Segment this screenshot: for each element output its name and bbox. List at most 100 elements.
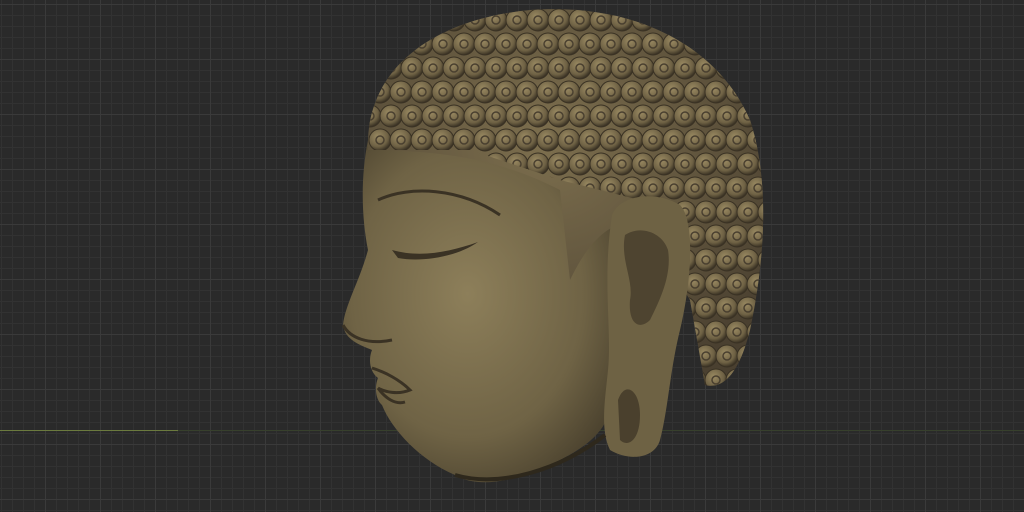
hair-curl — [526, 9, 550, 32]
hair-curl — [694, 200, 718, 224]
hair-curl — [662, 80, 686, 104]
hair-curl-spiral — [659, 15, 669, 25]
hair-curl — [746, 224, 764, 248]
hair-curl — [673, 344, 697, 368]
hair-curl — [694, 296, 718, 320]
hair-curl — [368, 56, 382, 80]
hair-curl — [662, 128, 686, 152]
hair-curl — [431, 128, 455, 152]
hair-curl — [631, 152, 655, 176]
hair-curl — [589, 9, 613, 32]
hair-curl-spiral — [396, 39, 406, 49]
hair-curl — [484, 104, 508, 128]
hair-curl — [515, 80, 539, 104]
hair-curl — [768, 321, 790, 343]
hair-curl — [599, 80, 623, 104]
hair-curl — [494, 32, 518, 56]
hair-curl-spiral — [775, 40, 783, 48]
hair-curl — [673, 9, 697, 32]
hair-curl — [589, 56, 613, 80]
hair-curl — [536, 80, 560, 104]
3d-viewport-grid[interactable] — [0, 0, 1024, 512]
hair-curl — [746, 320, 764, 344]
hair-curl — [389, 32, 413, 56]
hair-curl — [757, 56, 764, 80]
hair-curl — [568, 9, 592, 32]
hair-curl — [442, 56, 466, 80]
hair-curl — [673, 104, 697, 128]
hair-curl-spiral — [386, 63, 396, 73]
hair-curl — [536, 32, 560, 56]
hair-curl — [683, 320, 707, 344]
hair-curl-spiral — [765, 160, 773, 168]
hair-curl — [452, 80, 476, 104]
hair-curl-spiral — [368, 63, 375, 73]
hair-curl — [368, 128, 392, 152]
hair-curl — [473, 80, 497, 104]
hair-curl — [683, 32, 707, 56]
hair-curl — [515, 32, 539, 56]
hair-curl — [757, 248, 764, 272]
hair-curl — [557, 80, 581, 104]
hair-curl-spiral — [743, 63, 753, 73]
hair-curl — [610, 104, 634, 128]
hair-curl — [736, 152, 760, 176]
hair-curl — [515, 128, 539, 152]
hair-curl — [368, 9, 382, 32]
hair-curl — [410, 80, 434, 104]
hair-curl — [389, 128, 413, 152]
hair-curl-spiral — [753, 375, 763, 385]
hair-curl — [368, 80, 392, 104]
hair-curl — [736, 248, 760, 272]
hair-curl-spiral — [743, 15, 753, 25]
hair-curl — [768, 129, 790, 151]
hair-curl-spiral — [407, 15, 417, 25]
hair-curl — [768, 33, 790, 55]
hair-curl-spiral — [680, 15, 690, 25]
hair-curl-spiral — [775, 376, 783, 384]
hair-curl-spiral — [775, 88, 783, 96]
hair-curl — [673, 152, 697, 176]
hair-curl — [746, 368, 764, 386]
hair-curl — [725, 176, 749, 200]
hair-curl — [725, 224, 749, 248]
hair-curl — [505, 9, 529, 32]
hair-curl — [768, 81, 790, 103]
hair-curl — [452, 128, 476, 152]
hair-curl — [400, 56, 424, 80]
hair-curl — [610, 56, 634, 80]
hair-curl — [547, 104, 571, 128]
hair-curl-spiral — [690, 375, 700, 385]
hair-curl — [757, 200, 764, 224]
hair-curl — [547, 152, 571, 176]
hair-curl — [368, 32, 392, 56]
hair-curl — [379, 9, 403, 32]
hair-curl — [568, 104, 592, 128]
hair-curl-spiral — [765, 64, 773, 72]
hair-curl — [725, 80, 749, 104]
hair-curl-spiral — [386, 15, 396, 25]
hair-curl-spiral — [449, 15, 459, 25]
hair-curl — [715, 104, 739, 128]
hair-curl — [736, 200, 760, 224]
buddha-head-model[interactable] — [0, 0, 1024, 512]
hair-curl — [568, 56, 592, 80]
hair-curl — [526, 56, 550, 80]
hair-curl — [505, 104, 529, 128]
hair-curl — [768, 273, 790, 295]
hair-curl — [715, 9, 739, 32]
hair-curl-spiral — [701, 15, 711, 25]
hair-curl — [662, 32, 686, 56]
hair-curl — [631, 56, 655, 80]
hair-curl — [715, 152, 739, 176]
hair-curl — [641, 32, 665, 56]
hair-curl — [400, 9, 424, 32]
hair-curl — [725, 320, 749, 344]
hair-curl — [536, 128, 560, 152]
hair-curl — [484, 56, 508, 80]
hair-curl — [610, 152, 634, 176]
hair-curl-spiral — [765, 16, 773, 24]
hair-curl — [757, 104, 764, 128]
hair-curl — [589, 104, 613, 128]
hair-curl-spiral — [775, 184, 783, 192]
